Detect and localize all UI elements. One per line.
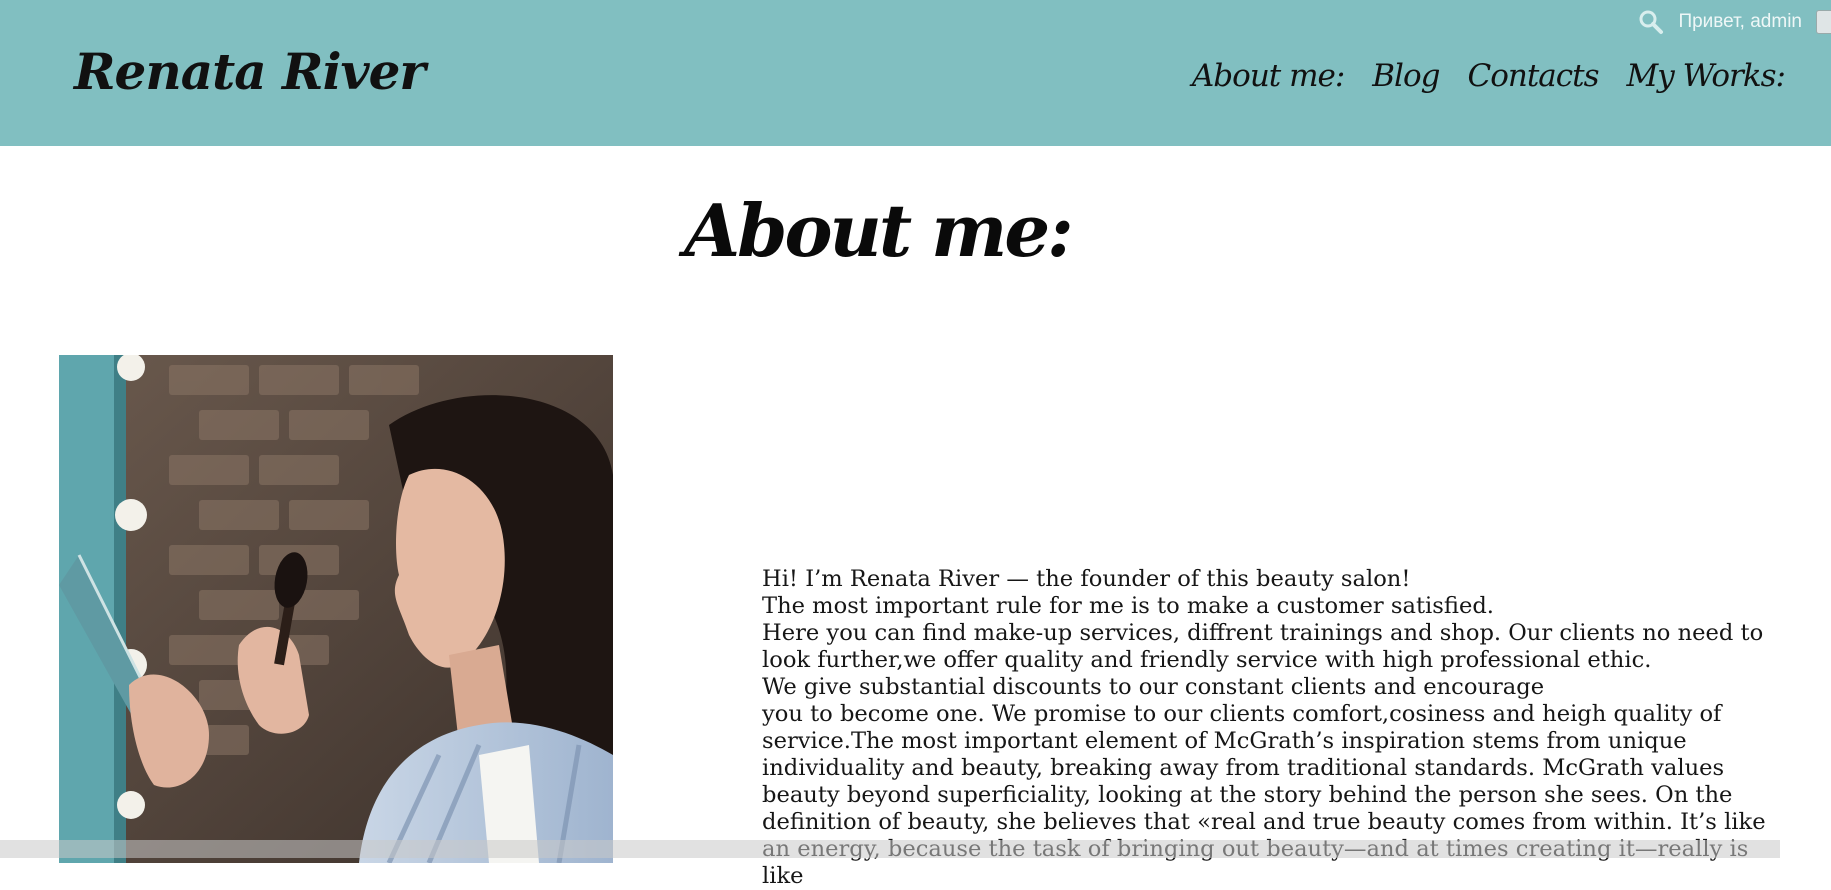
bio-paragraph: Here you can find make-up services, diff…	[762, 620, 1764, 673]
avatar[interactable]	[1816, 10, 1831, 34]
main-nav: About me: Blog Contacts My Works:	[1192, 58, 1786, 94]
nav-blog[interactable]: Blog	[1372, 58, 1440, 94]
search-icon[interactable]	[1638, 9, 1664, 35]
bio-paragraph: The most important rule for me is to mak…	[762, 593, 1494, 619]
admin-greeting[interactable]: Привет, admin	[1678, 11, 1802, 33]
bio-paragraph: Hi! I’m Renata River — the founder of th…	[762, 566, 1411, 592]
nav-contacts[interactable]: Contacts	[1467, 58, 1599, 94]
nav-my-works[interactable]: My Works:	[1627, 58, 1786, 94]
horizontal-scrollbar[interactable]	[0, 840, 1780, 858]
nav-about[interactable]: About me:	[1192, 58, 1345, 94]
site-header: Renata River Привет, admin About me: Blo…	[0, 0, 1831, 146]
makeup-artist-photo	[59, 355, 613, 863]
page-title: About me:	[684, 188, 1073, 273]
admin-bar: Привет, admin	[1638, 8, 1831, 36]
site-logo[interactable]: Renata River	[74, 42, 426, 101]
